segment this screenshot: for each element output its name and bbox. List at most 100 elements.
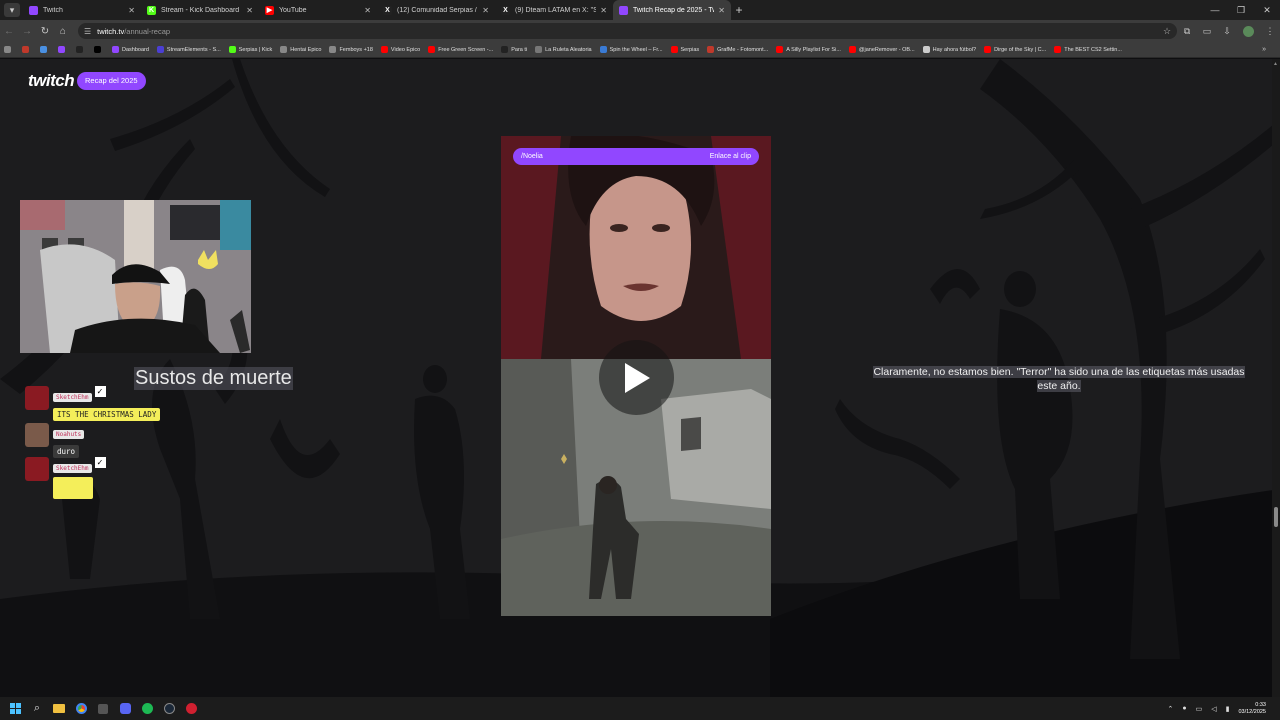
tab-close-icon[interactable]: ✕ xyxy=(718,6,725,15)
twitch-logo[interactable]: twitch xyxy=(28,71,75,91)
clip-channel-name[interactable]: /Noelia xyxy=(521,153,543,160)
tab-favicon-icon: X xyxy=(383,5,392,15)
browser-tab[interactable]: Twitch ✕ xyxy=(23,0,141,20)
browser-tab[interactable]: ▶ YouTube ✕ xyxy=(259,0,377,20)
start-button[interactable] xyxy=(4,698,26,720)
bookmark-item[interactable]: Femboys +18 xyxy=(329,46,373,53)
forward-button[interactable]: → xyxy=(18,26,36,37)
bookmark-item[interactable]: A Silly Playlist For Si... xyxy=(776,46,841,53)
browser-tab[interactable]: K Stream - Kick Dashboard ✕ xyxy=(141,0,259,20)
window-controls: — ❐ ✕ xyxy=(1202,0,1280,20)
bookmark-label: Dirge of the Sky | C... xyxy=(994,46,1047,53)
clip-link[interactable]: Enlace al clip xyxy=(710,153,751,160)
chat-badge-icon: ✓ xyxy=(94,386,106,397)
bookmark-favicon-icon xyxy=(848,46,856,53)
address-bar[interactable]: ☰ twitch.tv/annual-recap ☆ xyxy=(77,23,1178,39)
bookmark-item[interactable]: La Ruleta Aleatoria xyxy=(535,46,592,53)
reload-button[interactable]: ↻ xyxy=(36,26,54,37)
tab-favicon-icon: ▶ xyxy=(265,5,274,15)
bookmark-item[interactable]: Dirge of the Sky | C... xyxy=(984,46,1046,53)
bookmark-label: Serpias xyxy=(680,46,700,53)
menu-icon[interactable]: ⋮ xyxy=(1260,26,1280,37)
page-scrollbar[interactable]: ▲ xyxy=(1272,59,1280,697)
discord-icon[interactable] xyxy=(114,698,136,720)
home-button[interactable]: ⌂ xyxy=(54,26,72,37)
bookmark-item[interactable] xyxy=(94,46,104,53)
downloads-icon[interactable]: ⇩ xyxy=(1217,26,1237,37)
bookmark-item[interactable] xyxy=(58,46,68,53)
tab-favicon-icon: K xyxy=(147,5,156,15)
tab-close-icon[interactable]: ✕ xyxy=(482,6,489,15)
bookmark-item[interactable]: StreamElements - S... xyxy=(156,46,221,53)
clock-date: 03/12/2025 xyxy=(1238,708,1266,715)
bookmark-item[interactable]: Hay ahora fútbol? xyxy=(922,46,976,53)
bookmark-item[interactable]: Free Green Screen -... xyxy=(428,46,493,53)
spotify-icon[interactable] xyxy=(136,698,158,720)
chat-avatar xyxy=(25,386,49,410)
tab-close-icon[interactable]: ✕ xyxy=(600,6,607,15)
bookmark-favicon-icon xyxy=(228,46,236,53)
obs-icon[interactable] xyxy=(92,698,114,720)
tab-close-icon[interactable]: ✕ xyxy=(128,6,135,15)
browser-tab[interactable]: X (12) Comunidad Serpias / X ✕ xyxy=(377,0,495,20)
bookmark-favicon-icon xyxy=(776,46,784,53)
browser-tab[interactable]: Twitch Recap de 2025 - Twitch ✕ xyxy=(613,0,731,20)
tab-search-button[interactable]: ▾ xyxy=(4,3,20,17)
bookmark-item[interactable] xyxy=(76,46,86,53)
system-clock[interactable]: 0:33 03/12/2025 xyxy=(1238,702,1266,716)
bookmark-item[interactable]: @janeRemover - OB... xyxy=(848,46,915,53)
bookmark-favicon-icon xyxy=(280,46,288,53)
close-window-button[interactable]: ✕ xyxy=(1254,0,1280,20)
site-info-icon[interactable]: ☰ xyxy=(84,27,91,36)
chat-message-text xyxy=(53,477,93,499)
tab-close-icon[interactable]: ✕ xyxy=(364,6,371,15)
bookmark-item[interactable]: Hentai Epico xyxy=(280,46,321,53)
scrollbar-thumb[interactable] xyxy=(1274,507,1278,527)
bookmark-label: Serpias | Kick xyxy=(238,46,273,53)
apps-grid-icon[interactable] xyxy=(4,46,14,53)
file-explorer-icon[interactable] xyxy=(48,698,70,720)
back-button[interactable]: ← xyxy=(0,26,18,37)
chrome-icon[interactable] xyxy=(70,698,92,720)
bookmark-item[interactable]: Dashboard xyxy=(112,46,149,53)
tray-overflow-icon[interactable]: ⌃ xyxy=(1167,705,1173,713)
bookmark-favicon-icon xyxy=(922,46,930,53)
bookmark-label: La Ruleta Aleatoria xyxy=(545,46,592,53)
chat-badge-icon: ✓ xyxy=(94,457,106,468)
more-bookmarks-icon[interactable]: » xyxy=(1262,46,1266,53)
tab-close-icon[interactable]: ✕ xyxy=(246,6,253,15)
minimize-button[interactable]: — xyxy=(1202,0,1228,20)
clip-player[interactable]: /Noelia Enlace al clip xyxy=(501,136,771,616)
bookmark-item[interactable]: The BEST CS2 Settin... xyxy=(1054,46,1122,53)
bookmark-item[interactable]: Serpias | Kick xyxy=(228,46,273,53)
play-button[interactable] xyxy=(599,340,674,415)
facecam-image xyxy=(501,136,771,359)
search-icon[interactable]: ⌕ xyxy=(26,698,48,720)
browser-tab[interactable]: X (9) Dteam LATAM en X: "Siento✕ xyxy=(495,0,613,20)
app-red-icon[interactable] xyxy=(180,698,202,720)
extensions-icon[interactable]: ⧉ xyxy=(1177,26,1197,37)
bookmark-item[interactable]: Video Epico xyxy=(380,46,420,53)
bookmark-favicon-icon xyxy=(40,46,47,53)
chat-message-body: SketchEhm✓ xyxy=(53,457,106,504)
profile-avatar[interactable] xyxy=(1243,25,1254,37)
bookmark-item[interactable]: GrafMe - Fotomont... xyxy=(707,46,768,53)
scroll-up-icon[interactable]: ▲ xyxy=(1273,61,1278,67)
microphone-icon[interactable]: ● xyxy=(1182,705,1186,712)
bookmark-item[interactable] xyxy=(40,46,50,53)
network-icon[interactable]: ▭ xyxy=(1196,705,1203,713)
volume-icon[interactable]: ◁ xyxy=(1211,705,1216,713)
recap-year-pill[interactable]: Recap del 2025 xyxy=(77,72,146,90)
tab-title: (12) Comunidad Serpias / X xyxy=(397,6,479,14)
bookmark-item[interactable]: Para ti xyxy=(501,46,527,53)
cast-icon[interactable]: ▭ xyxy=(1197,26,1217,37)
battery-icon[interactable]: ▮ xyxy=(1226,705,1230,713)
bookmark-item[interactable]: Spin the Wheel – Fr... xyxy=(599,46,663,53)
maximize-button[interactable]: ❐ xyxy=(1228,0,1254,20)
bookmark-item[interactable] xyxy=(22,46,32,53)
new-tab-button[interactable]: + xyxy=(731,3,747,17)
bookmark-item[interactable]: Serpias xyxy=(670,46,700,53)
bookmark-star-icon[interactable]: ☆ xyxy=(1163,26,1171,37)
tab-strip: Twitch ✕ K Stream - Kick Dashboard ✕ ▶ YouTube… xyxy=(23,0,731,20)
steam-icon[interactable] xyxy=(158,698,180,720)
